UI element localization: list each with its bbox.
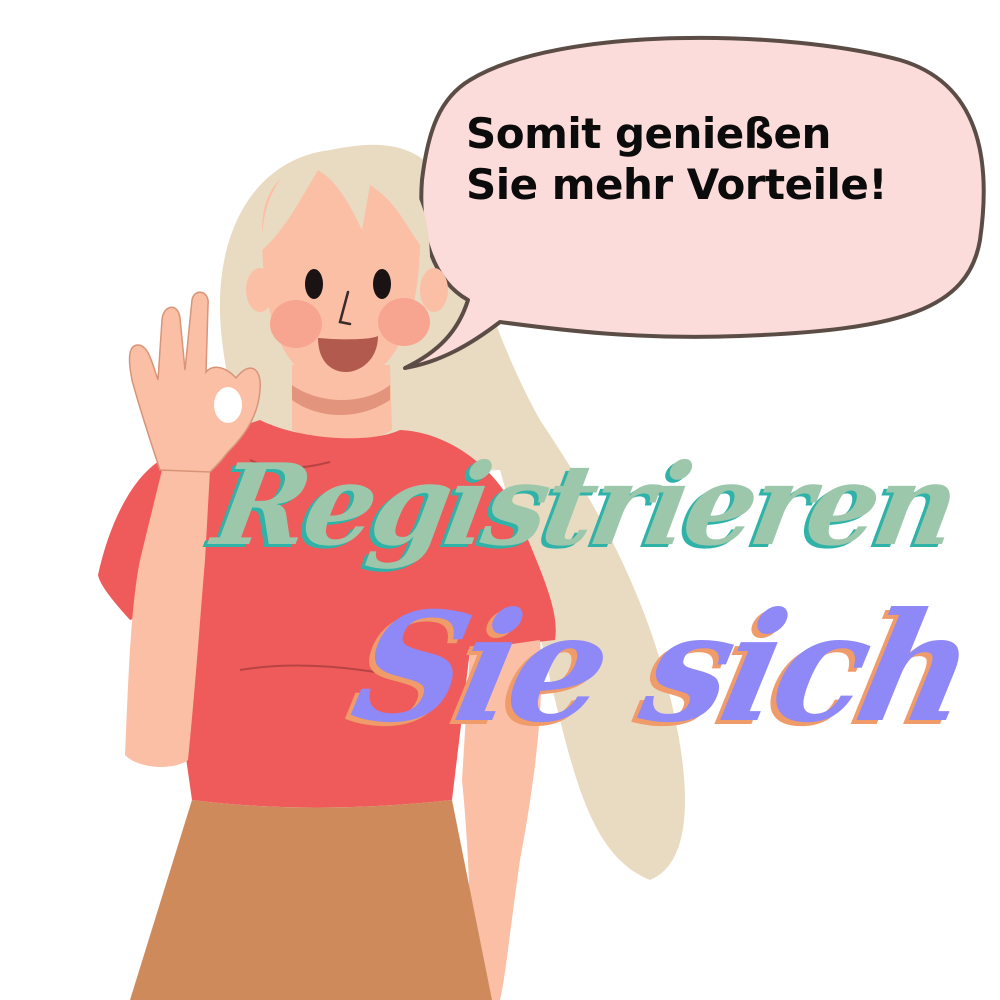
speech-bubble-text: Somit genießen Sie mehr Vorteile!	[466, 108, 966, 210]
speech-bubble-line-1: Somit genießen	[466, 109, 831, 158]
skirt	[130, 800, 492, 1000]
ok-hand-circle	[214, 387, 242, 423]
speech-bubble-line-2: Sie mehr Vorteile!	[466, 160, 888, 209]
left-eye	[305, 269, 323, 299]
right-blush	[378, 298, 430, 346]
left-ear	[246, 268, 274, 312]
headline-word-sie-sich: Sie sich	[340, 580, 985, 756]
headline-word-registrieren: Registrieren	[205, 440, 965, 571]
right-eye	[373, 269, 391, 299]
left-blush	[270, 300, 322, 348]
right-ear	[420, 268, 448, 312]
